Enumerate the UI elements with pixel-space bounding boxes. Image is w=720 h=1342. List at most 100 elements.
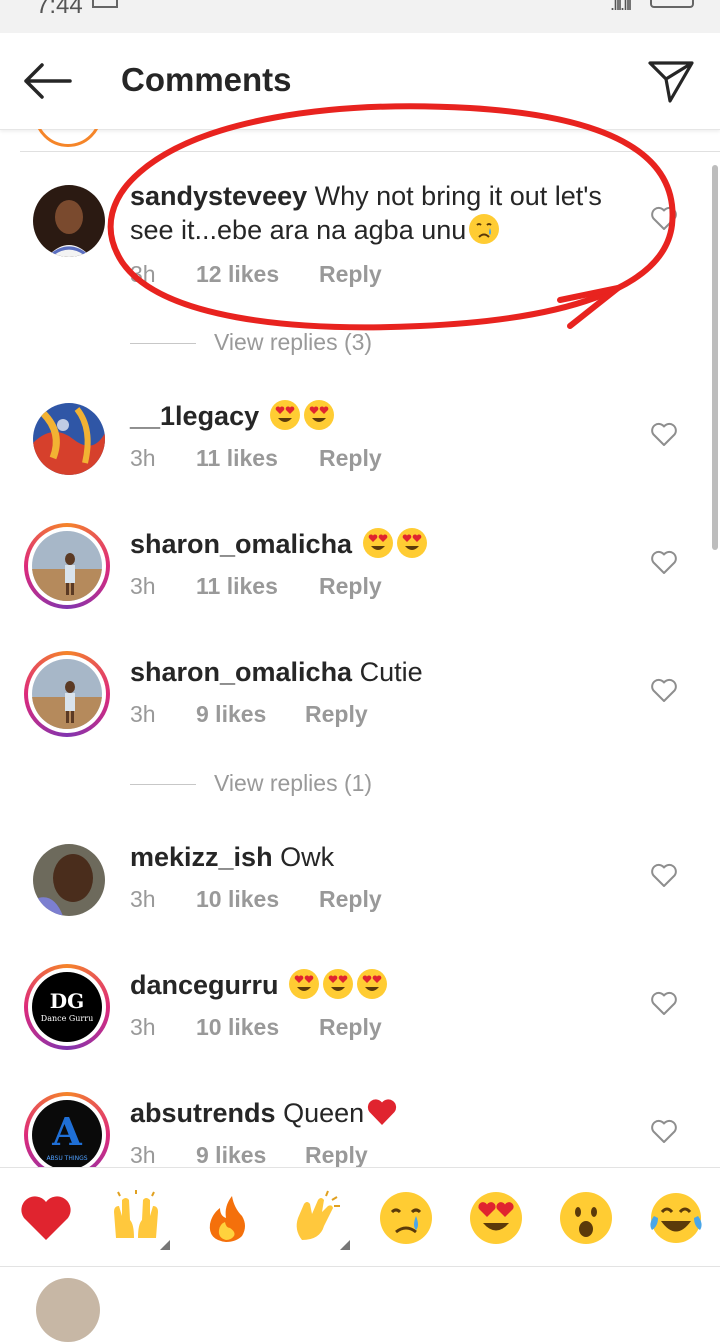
surprised-face-emoji-icon[interactable] xyxy=(558,1190,614,1246)
like-heart-icon[interactable] xyxy=(650,205,678,231)
avatar-story-ring[interactable] xyxy=(24,651,110,737)
likes-count[interactable]: 9 likes xyxy=(196,1142,305,1167)
avatar-logo-subtext: Dance Gurru xyxy=(41,1014,93,1023)
heart-eyes-emoji-icon xyxy=(289,969,320,999)
avatar[interactable] xyxy=(33,185,105,257)
heart-eyes-emoji-icon xyxy=(396,528,427,558)
reply-button[interactable]: Reply xyxy=(305,701,368,728)
scrollbar[interactable] xyxy=(712,165,718,550)
reply-button[interactable]: Reply xyxy=(319,445,382,472)
likes-count[interactable]: 10 likes xyxy=(196,1014,319,1041)
comment-meta: 3h 10 likes Reply xyxy=(130,886,382,913)
avatar-logo-text: DG xyxy=(50,989,84,1013)
comment-username[interactable]: absutrends xyxy=(130,1098,276,1128)
like-heart-icon[interactable] xyxy=(650,862,678,888)
comment-username[interactable]: dancegurru xyxy=(130,970,279,1000)
red-heart-emoji-icon xyxy=(368,1099,397,1125)
raising-hands-emoji-icon xyxy=(114,1190,158,1238)
red-heart-emoji-icon[interactable] xyxy=(18,1190,74,1246)
avatar xyxy=(34,129,102,147)
comment-meta: 3h 12 likes Reply xyxy=(130,261,382,288)
comment-meta: 3h 11 likes Reply xyxy=(130,573,382,600)
comment-time: 3h xyxy=(130,573,156,599)
avatar xyxy=(32,659,102,729)
comment-text: __1legacy xyxy=(130,399,630,433)
likes-count[interactable]: 12 likes xyxy=(196,261,319,288)
crying-face-emoji-icon xyxy=(469,214,500,244)
heart-eyes-emoji-icon xyxy=(357,969,388,999)
likes-count[interactable]: 11 likes xyxy=(196,445,319,472)
avatar-story-ring[interactable]: DG Dance Gurru xyxy=(24,964,110,1050)
like-heart-icon[interactable] xyxy=(650,549,678,575)
comment-time: 3h xyxy=(130,445,156,471)
like-heart-icon[interactable] xyxy=(650,1118,678,1144)
heart-eyes-emoji-icon xyxy=(303,400,334,430)
reply-button[interactable]: Reply xyxy=(305,1142,368,1167)
comment-meta: 3h 10 likes Reply xyxy=(130,1014,382,1041)
avatar[interactable] xyxy=(33,403,105,475)
reply-button[interactable]: Reply xyxy=(319,261,382,288)
current-user-avatar xyxy=(36,1278,100,1342)
heart-eyes-emoji-icon xyxy=(362,528,393,558)
divider xyxy=(20,151,720,152)
comment-text: sharon_omalicha xyxy=(130,527,630,561)
comment-time: 3h xyxy=(130,1014,156,1040)
like-heart-icon[interactable] xyxy=(650,421,678,447)
avatar[interactable] xyxy=(33,844,105,916)
view-replies-button[interactable]: View replies (1) xyxy=(130,770,372,797)
avatar: DG Dance Gurru xyxy=(32,972,102,1042)
comment-item: sharon_omalicha 3h 11 likes Reply xyxy=(0,523,720,637)
likes-count[interactable]: 11 likes xyxy=(196,573,319,600)
comment-time: 3h xyxy=(130,261,156,287)
comment-text: sandysteveey Why not bring it out let's … xyxy=(130,179,630,247)
battery-icon xyxy=(650,0,694,8)
comment-meta: 3h 9 likes Reply xyxy=(130,1142,368,1167)
view-replies-label: View replies (3) xyxy=(214,329,373,355)
fire-emoji-icon[interactable] xyxy=(198,1190,254,1246)
view-replies-button[interactable]: View replies (3) xyxy=(130,329,372,356)
comment-time: 3h xyxy=(130,701,156,727)
comment-text: dancegurru xyxy=(130,968,630,1002)
heart-eyes-emoji-icon xyxy=(323,969,354,999)
reply-button[interactable]: Reply xyxy=(319,1014,382,1041)
direct-send-icon[interactable] xyxy=(646,55,696,105)
comment-body: Owk xyxy=(280,842,335,872)
avatar-logo-subtext: ABSU THINGS xyxy=(46,1155,87,1162)
avatar-logo-text: A xyxy=(51,1109,82,1154)
heart-eyes-emoji-icon xyxy=(269,400,300,430)
likes-count[interactable]: 9 likes xyxy=(196,701,305,728)
comment-item: __1legacy 3h 11 likes Reply xyxy=(0,399,720,509)
raising-hands-emoji-button[interactable] xyxy=(108,1190,170,1250)
comment-text: absutrends Queen xyxy=(130,1096,630,1130)
reply-button[interactable]: Reply xyxy=(319,886,382,913)
heart-eyes-emoji-icon[interactable] xyxy=(468,1190,524,1246)
comments-list[interactable]: sandysteveey Why not bring it out let's … xyxy=(0,129,720,1167)
clapping-hands-emoji-icon xyxy=(296,1190,340,1240)
page-title: Comments xyxy=(121,61,292,98)
comment-meta: 3h 9 likes Reply xyxy=(130,701,368,728)
clapping-hands-emoji-button[interactable] xyxy=(288,1190,350,1250)
comment-item: sandysteveey Why not bring it out let's … xyxy=(0,179,720,289)
divider xyxy=(130,343,196,345)
comment-text: mekizz_ish Owk xyxy=(130,840,630,874)
comment-username[interactable]: __1legacy xyxy=(130,401,259,431)
comment-text: sharon_omalicha Cutie xyxy=(130,655,630,689)
reply-button[interactable]: Reply xyxy=(319,573,382,600)
like-heart-icon[interactable] xyxy=(650,677,678,703)
comment-username[interactable]: mekizz_ish xyxy=(130,842,273,872)
app-header: Comments xyxy=(0,33,720,130)
avatar-story-ring[interactable] xyxy=(24,523,110,609)
like-heart-icon[interactable] xyxy=(650,990,678,1016)
comment-username[interactable]: sharon_omalicha xyxy=(130,529,352,559)
comment-username[interactable]: sharon_omalicha xyxy=(130,657,352,687)
avatar xyxy=(32,531,102,601)
tears-of-joy-emoji-icon[interactable] xyxy=(648,1190,704,1246)
comment-time: 3h xyxy=(130,886,156,912)
back-arrow-icon[interactable] xyxy=(20,59,76,103)
crying-face-emoji-icon[interactable] xyxy=(378,1190,434,1246)
comment-item: DG Dance Gurru dancegurru 3h 10 likes Re… xyxy=(0,964,720,1078)
comment-item: mekizz_ish Owk 3h 10 likes Reply xyxy=(0,840,720,950)
comment-username[interactable]: sandysteveey xyxy=(130,181,307,211)
likes-count[interactable]: 10 likes xyxy=(196,886,319,913)
avatar-story-ring[interactable]: A ABSU THINGS xyxy=(24,1092,110,1167)
